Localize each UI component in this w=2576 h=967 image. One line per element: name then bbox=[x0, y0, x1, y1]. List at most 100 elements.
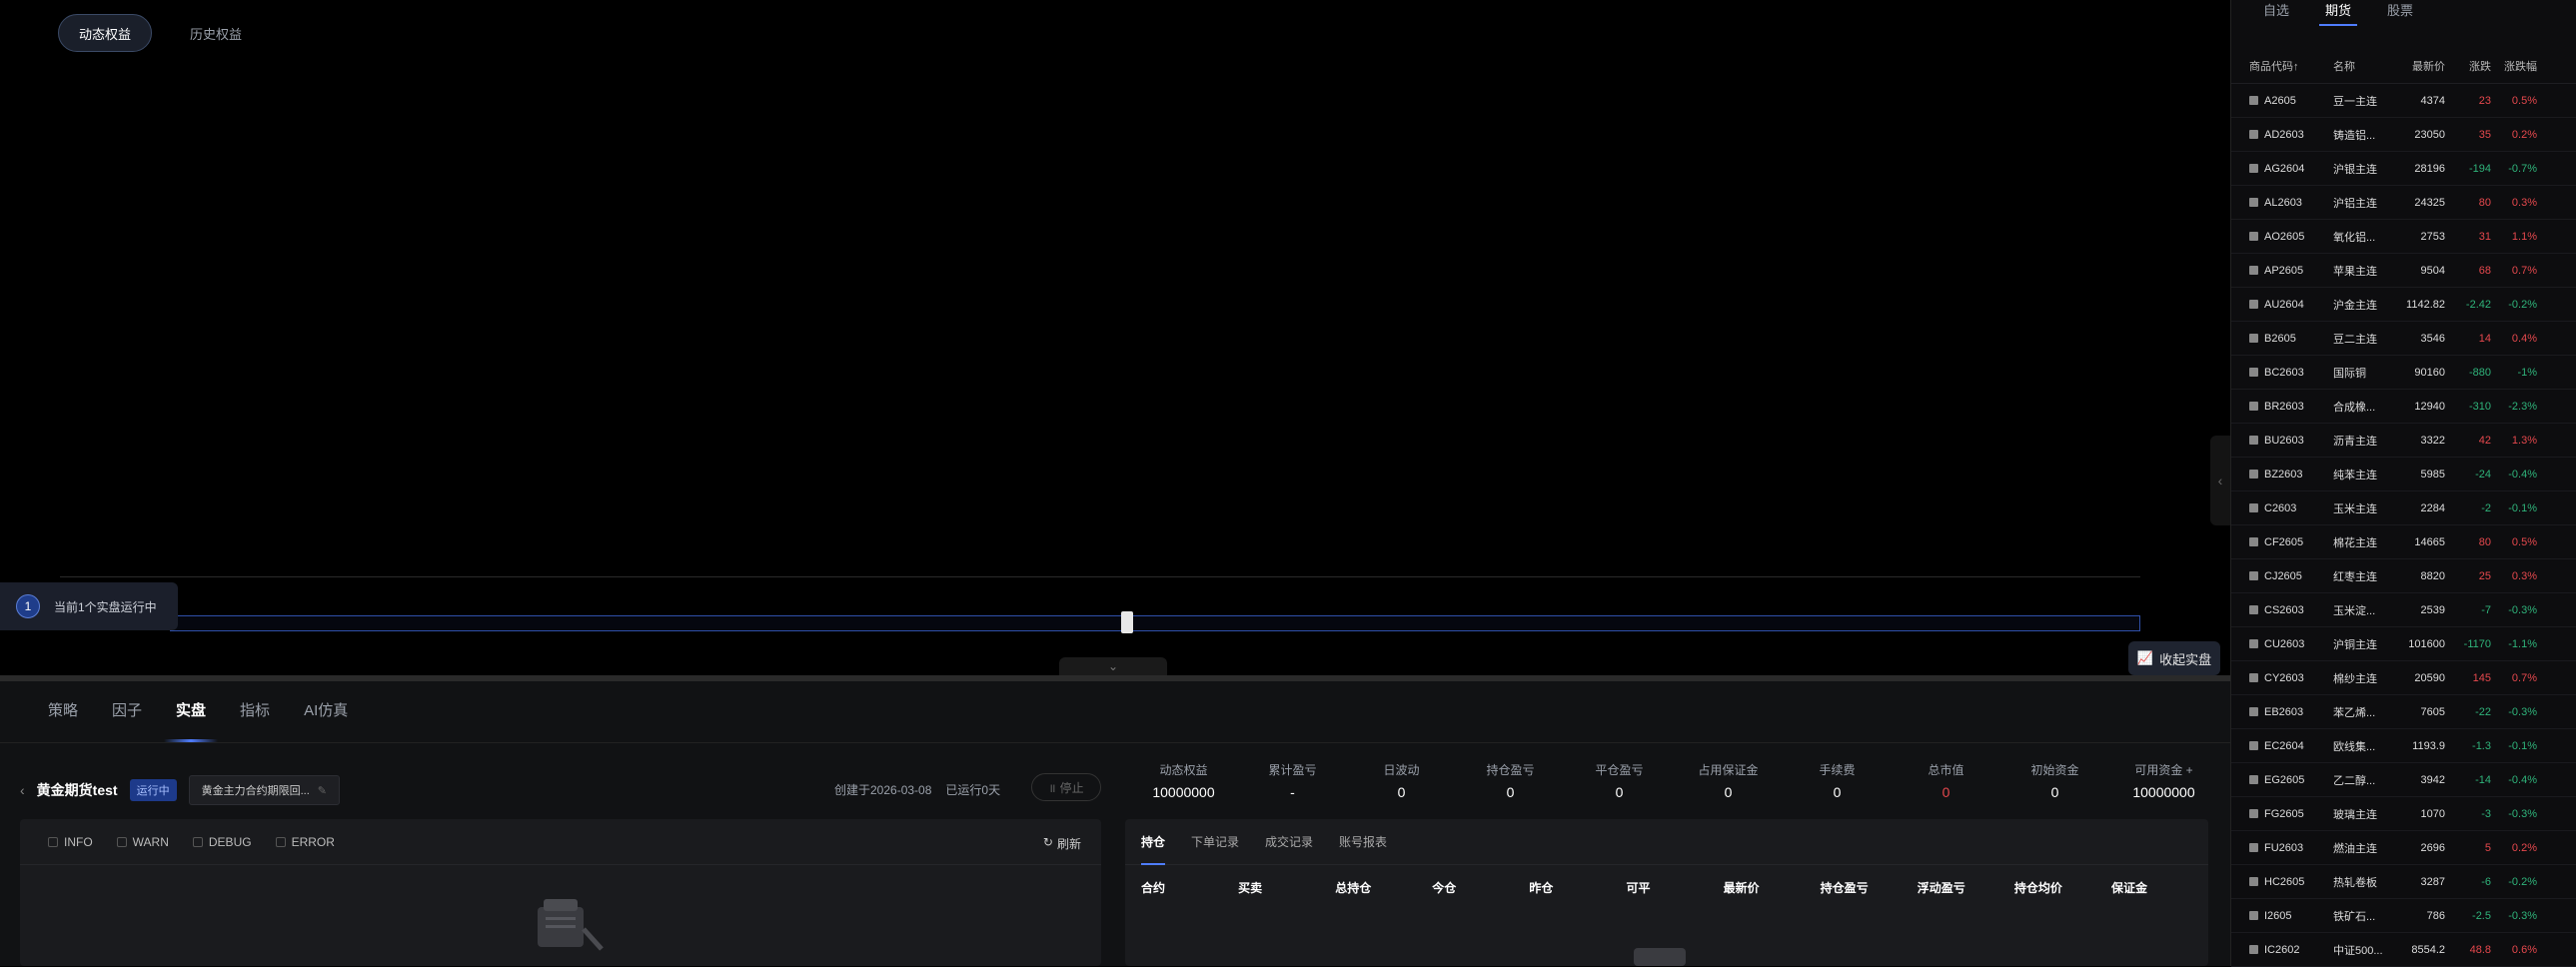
flag-icon[interactable] bbox=[2249, 436, 2258, 445]
price-change: -880 bbox=[2468, 366, 2491, 379]
price-change-pct: -0.3% bbox=[2508, 705, 2537, 718]
tab-indicator[interactable]: 指标 bbox=[240, 699, 270, 742]
column-header[interactable]: 商品代码↑ bbox=[2249, 58, 2333, 74]
list-item[interactable]: CJ2605 红枣主连 8820 25 0.3% bbox=[2231, 559, 2576, 593]
filter-warn[interactable]: WARN bbox=[116, 835, 169, 849]
symbol-name: 沪铝主连 bbox=[2333, 197, 2377, 210]
flag-icon[interactable] bbox=[2249, 843, 2258, 852]
filter-error[interactable]: ERROR bbox=[275, 835, 335, 849]
column-header[interactable]: 涨跌 bbox=[2445, 58, 2491, 74]
flag-icon[interactable] bbox=[2249, 198, 2258, 207]
filter-debug[interactable]: DEBUG bbox=[192, 835, 252, 849]
list-item[interactable]: BR2603 合成橡... 12940 -310 -2.3% bbox=[2231, 390, 2576, 424]
collapse-live-button[interactable]: 📈 收起实盘 bbox=[2128, 641, 2220, 675]
flag-icon[interactable] bbox=[2249, 707, 2258, 716]
range-slider-handle[interactable] bbox=[1121, 611, 1133, 633]
flag-icon[interactable] bbox=[2249, 741, 2258, 750]
tab-account-report[interactable]: 账号报表 bbox=[1339, 833, 1387, 850]
flag-icon[interactable] bbox=[2249, 300, 2258, 309]
flag-icon[interactable] bbox=[2249, 877, 2258, 886]
tab-factor[interactable]: 因子 bbox=[112, 699, 142, 742]
flag-icon[interactable] bbox=[2249, 775, 2258, 784]
list-item[interactable]: B2605 豆二主连 3546 14 0.4% bbox=[2231, 322, 2576, 356]
tab-ai-sim[interactable]: AI仿真 bbox=[304, 699, 348, 742]
flag-icon[interactable] bbox=[2249, 809, 2258, 818]
tab-futures[interactable]: 期货 bbox=[2319, 0, 2358, 26]
range-slider[interactable] bbox=[170, 615, 2140, 631]
flag-icon[interactable] bbox=[2249, 639, 2258, 648]
column-header[interactable]: 最新价 bbox=[2395, 58, 2445, 74]
list-item[interactable]: HC2605 热轧卷板 3287 -6 -0.2% bbox=[2231, 865, 2576, 899]
chevron-down-icon[interactable]: ⌄ bbox=[1059, 657, 1167, 675]
contract-tag[interactable]: 黄金主力合约期限回... ✎ bbox=[188, 775, 340, 805]
flag-icon[interactable] bbox=[2249, 334, 2258, 343]
flag-icon[interactable] bbox=[2249, 402, 2258, 411]
list-item[interactable]: C2603 玉米主连 2284 -2 -0.1% bbox=[2231, 491, 2576, 525]
list-item[interactable]: EC2604 欧线集... 1193.9 -1.3 -0.1% bbox=[2231, 729, 2576, 763]
symbol-text: IC2602 bbox=[2264, 943, 2300, 956]
list-item[interactable]: FG2605 玻璃主连 1070 -3 -0.3% bbox=[2231, 797, 2576, 831]
list-item[interactable]: CY2603 棉纱主连 20590 145 0.7% bbox=[2231, 661, 2576, 695]
flag-icon[interactable] bbox=[2249, 537, 2258, 546]
tab-positions[interactable]: 持仓 bbox=[1141, 833, 1166, 865]
price-change: 14 bbox=[2478, 332, 2491, 345]
flag-icon[interactable] bbox=[2249, 911, 2258, 920]
tab-stocks[interactable]: 股票 bbox=[2387, 0, 2413, 19]
column-header[interactable]: 涨跌幅 bbox=[2491, 58, 2537, 74]
flag-icon[interactable] bbox=[2249, 605, 2258, 614]
flag-icon[interactable] bbox=[2249, 368, 2258, 377]
stop-button[interactable]: ॥ 停止 bbox=[1031, 773, 1101, 801]
chevron-left-icon[interactable]: ‹ bbox=[2210, 436, 2230, 525]
list-item[interactable]: AO2605 氧化铝... 2753 31 1.1% bbox=[2231, 220, 2576, 254]
back-icon[interactable]: ‹ bbox=[20, 782, 25, 798]
list-item[interactable]: A2605 豆一主连 4374 23 0.5% bbox=[2231, 84, 2576, 118]
flag-icon[interactable] bbox=[2249, 232, 2258, 241]
list-item[interactable]: EB2603 苯乙烯... 7605 -22 -0.3% bbox=[2231, 695, 2576, 729]
tab-favorites[interactable]: 自选 bbox=[2263, 0, 2289, 19]
checkbox-icon bbox=[116, 836, 127, 847]
price-change-pct: 0.7% bbox=[2511, 671, 2537, 684]
refresh-button[interactable]: ↻ 刷新 bbox=[1043, 835, 1081, 852]
list-item[interactable]: AD2603 铸造铝... 23050 35 0.2% bbox=[2231, 118, 2576, 152]
tab-live[interactable]: 实盘 bbox=[164, 699, 219, 742]
flag-icon[interactable] bbox=[2249, 503, 2258, 512]
list-item[interactable]: I2605 铁矿石... 786 -2.5 -0.3% bbox=[2231, 899, 2576, 933]
list-item[interactable]: AU2604 沪金主连 1142.82 -2.42 -0.2% bbox=[2231, 288, 2576, 322]
filter-info[interactable]: INFO bbox=[48, 835, 93, 849]
running-indicator[interactable]: 1 当前1个实盘运行中 bbox=[0, 582, 178, 630]
flag-icon[interactable] bbox=[2249, 945, 2258, 954]
flag-icon[interactable] bbox=[2249, 266, 2258, 275]
list-item[interactable]: CS2603 玉米淀... 2539 -7 -0.3% bbox=[2231, 593, 2576, 627]
tab-trades[interactable]: 成交记录 bbox=[1265, 833, 1313, 850]
list-item[interactable]: FU2603 燃油主连 2696 5 0.2% bbox=[2231, 831, 2576, 865]
list-item[interactable]: CF2605 棉花主连 14665 80 0.5% bbox=[2231, 525, 2576, 559]
flag-icon[interactable] bbox=[2249, 164, 2258, 173]
flag-icon[interactable] bbox=[2249, 571, 2258, 580]
list-item[interactable]: BU2603 沥青主连 3322 42 1.3% bbox=[2231, 424, 2576, 458]
edit-icon[interactable]: ✎ bbox=[318, 784, 327, 797]
metric: 日波动 0 bbox=[1347, 761, 1456, 800]
list-item[interactable]: BC2603 国际铜 90160 -880 -1% bbox=[2231, 356, 2576, 390]
list-item[interactable]: AG2604 沪银主连 28196 -194 -0.7% bbox=[2231, 152, 2576, 186]
equity-tabs: 动态权益 历史权益 bbox=[58, 14, 262, 52]
list-item[interactable]: AL2603 沪铝主连 24325 80 0.3% bbox=[2231, 186, 2576, 220]
list-item[interactable]: BZ2603 纯苯主连 5985 -24 -0.4% bbox=[2231, 458, 2576, 491]
tab-strategy[interactable]: 策略 bbox=[48, 699, 78, 742]
price-change-pct: -1% bbox=[2517, 366, 2537, 379]
tab-orders[interactable]: 下单记录 bbox=[1191, 833, 1239, 850]
list-item[interactable]: EG2605 乙二醇... 3942 -14 -0.4% bbox=[2231, 763, 2576, 797]
price-change-pct: 0.2% bbox=[2511, 841, 2537, 854]
tab-history-equity[interactable]: 历史权益 bbox=[170, 14, 262, 52]
tab-dynamic-equity[interactable]: 动态权益 bbox=[58, 14, 153, 52]
symbol-code: BU2603 bbox=[2249, 435, 2333, 447]
flag-icon[interactable] bbox=[2249, 470, 2258, 479]
list-item[interactable]: CU2603 沪铜主连 101600 -1170 -1.1% bbox=[2231, 627, 2576, 661]
symbol-text: FU2603 bbox=[2264, 841, 2304, 854]
list-item[interactable]: AP2605 苹果主连 9504 68 0.7% bbox=[2231, 254, 2576, 288]
flag-icon[interactable] bbox=[2249, 130, 2258, 139]
column-header: 合约 bbox=[1141, 880, 1166, 895]
list-item[interactable]: IC2602 中证500... 8554.2 48.8 0.6% bbox=[2231, 933, 2576, 967]
metric-label[interactable]: 可用资金 + bbox=[2109, 761, 2218, 778]
flag-icon[interactable] bbox=[2249, 96, 2258, 105]
flag-icon[interactable] bbox=[2249, 673, 2258, 682]
